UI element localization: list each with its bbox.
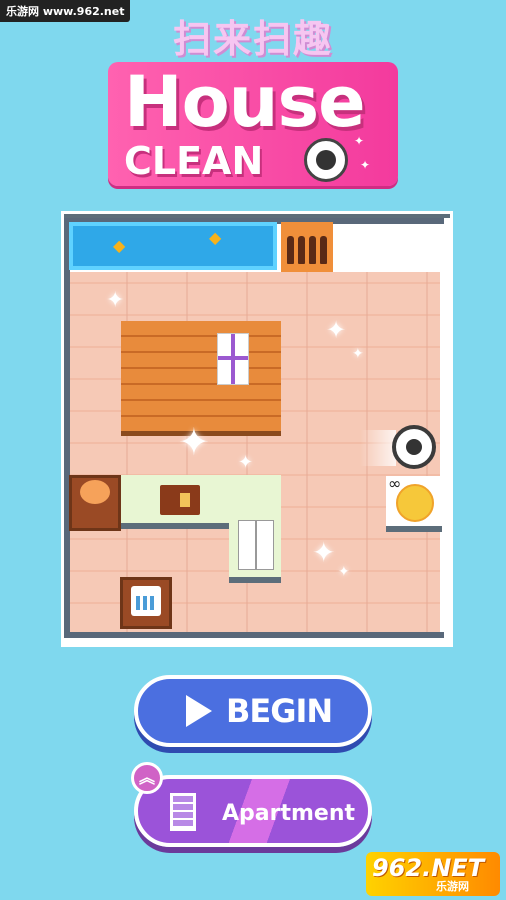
sparkle-icon: ✦ — [354, 134, 365, 148]
wine-shelf — [281, 222, 333, 272]
gift-box-icon — [217, 333, 249, 385]
begin-button[interactable]: BEGIN — [134, 675, 372, 747]
sparkle-icon: ✦ — [360, 158, 371, 172]
glasses-icon: ∞ — [388, 474, 402, 493]
lamp-icon — [80, 480, 110, 504]
sparkle-icon: ✦ — [338, 564, 350, 580]
wall-bottom — [64, 632, 444, 638]
play-icon — [186, 695, 212, 727]
open-book-icon — [238, 520, 274, 570]
aquarium: ◆ ◆ — [69, 222, 277, 270]
sparkle-icon: ✦ — [106, 288, 125, 313]
sparkle-icon: ✦ — [178, 420, 210, 464]
fish-icon: ◆ — [209, 228, 222, 247]
sparkle-icon: ✦ — [238, 452, 254, 473]
robot-vacuum-icon — [304, 138, 348, 182]
robot-vacuum[interactable] — [392, 425, 436, 469]
begin-label: BEGIN — [226, 692, 333, 730]
house-clean-logo: House CLEAN ✦ ✦ — [108, 61, 398, 186]
dining-table — [121, 321, 281, 431]
sparkle-icon: ✦ — [312, 536, 336, 569]
building-icon — [170, 793, 196, 831]
watermark-bottom-sub: 乐游网 — [436, 880, 469, 893]
logo-clean-text: CLEAN — [124, 139, 264, 183]
apartment-label: Apartment — [222, 801, 356, 826]
fish-icon: ◆ — [113, 236, 126, 255]
robot-trail — [360, 430, 396, 466]
apartment-button[interactable]: Apartment — [134, 775, 372, 847]
bottle-icon — [320, 236, 327, 264]
bottle-icon — [287, 236, 294, 264]
chinese-title: 扫来扫趣 — [172, 17, 333, 61]
watermark-bottom: 962.NET 乐游网 — [366, 852, 500, 896]
sun-hat-icon — [396, 484, 434, 522]
sparkle-icon: ✦ — [326, 316, 347, 344]
logo-house-text: House — [124, 61, 366, 143]
book-icon — [160, 485, 200, 515]
telephone-icon — [131, 586, 161, 616]
sparkle-icon: ✦ — [352, 346, 364, 362]
double-chevron-up-icon[interactable]: ︽ — [131, 762, 163, 794]
bottle-icon — [298, 236, 305, 264]
wall-left — [64, 218, 70, 638]
bottle-icon — [309, 236, 316, 264]
